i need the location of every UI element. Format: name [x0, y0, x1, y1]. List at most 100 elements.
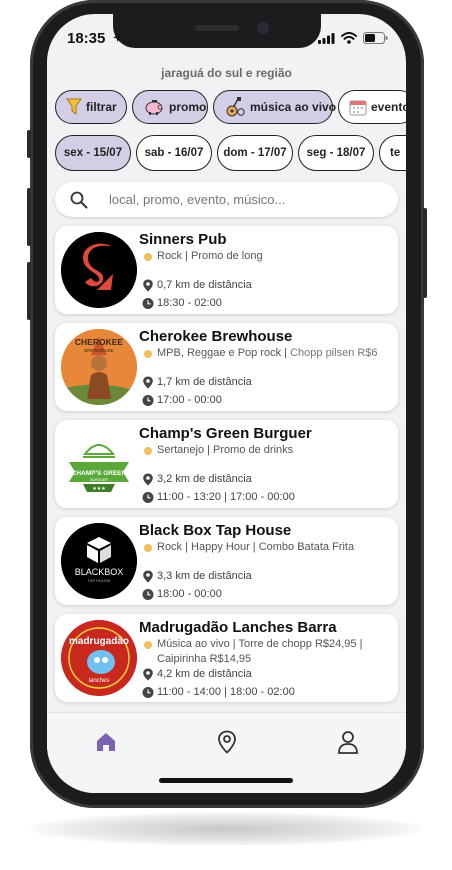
status-time: 18:35	[67, 30, 122, 47]
nav-profile-button[interactable]	[333, 727, 363, 757]
front-camera	[257, 22, 269, 34]
region-label: jaraguá do sul e região	[161, 66, 292, 80]
venue-name: Madrugadão Lanches Barra	[139, 619, 337, 636]
venue-hours: 18:30 - 02:00	[139, 296, 392, 311]
volume-up-button	[27, 188, 31, 246]
venue-logo-blackbox: BLACKBOX TAP HOUSE	[61, 523, 137, 599]
filter-chip-promo[interactable]: promo	[132, 90, 208, 124]
venue-hours: 11:00 - 13:20 | 17:00 - 00:00	[139, 490, 392, 505]
search-icon[interactable]	[61, 182, 97, 217]
venue-distance-text: 3,3 km de distância	[157, 570, 252, 582]
venue-distance-text: 4,2 km de distância	[157, 668, 252, 680]
venue-tags-text: Rock | Promo de long	[157, 250, 263, 262]
guitar-icon	[224, 96, 246, 118]
filter-chip-label: evento	[371, 100, 406, 114]
date-chip-sex[interactable]: sex - 15/07	[55, 135, 131, 171]
date-chip-seg[interactable]: seg - 18/07	[298, 135, 374, 171]
home-icon	[97, 733, 115, 751]
tag-dot-icon	[144, 641, 152, 649]
venue-name: Black Box Tap House	[139, 522, 292, 539]
venue-info: Champ's Green Burguer Sertanejo | Promo …	[139, 425, 392, 505]
venue-card[interactable]: Sinners Pub Rock | Promo de long 0,7 km …	[55, 226, 398, 314]
venue-info: Sinners Pub Rock | Promo de long 0,7 km …	[139, 231, 392, 311]
logo-text: BLACKBOX	[75, 567, 124, 577]
logo-stars-icon: ★★★	[92, 486, 106, 492]
phone-shadow	[30, 812, 422, 846]
calendar-icon	[349, 96, 367, 118]
venue-distance: 3,3 km de distância	[139, 569, 392, 584]
venue-card[interactable]: BLACKBOX TAP HOUSE Black Box Tap House R…	[55, 517, 398, 605]
logo-text: madrugadão	[69, 636, 129, 647]
filter-chip-label: promo	[169, 100, 207, 114]
venue-tags: Música ao vivo | Torre de chopp R$24,95 …	[139, 637, 392, 667]
search-input[interactable]	[107, 191, 371, 208]
venue-hours-text: 11:00 - 13:20 | 17:00 - 00:00	[157, 491, 295, 503]
clock-icon	[142, 687, 154, 698]
tag-dot-icon	[144, 253, 152, 261]
status-time-text: 18:35	[67, 30, 106, 47]
venue-list: Sinners Pub Rock | Promo de long 0,7 km …	[55, 226, 398, 711]
tag-dot-icon	[144, 544, 152, 552]
location-pin-icon	[143, 376, 153, 389]
clock-icon	[142, 492, 154, 503]
logo-subtext: lanches	[89, 678, 110, 684]
signal-icon	[318, 32, 335, 44]
venue-hours: 11:00 - 14:00 | 18:00 - 02:00	[139, 685, 392, 700]
logo-subtext: BREWHOUSE	[84, 348, 114, 353]
location-pin-icon	[143, 668, 153, 681]
date-chip-ter[interactable]: te	[379, 135, 406, 171]
venue-hours-text: 17:00 - 00:00	[157, 394, 222, 406]
filter-chip-evento[interactable]: evento	[338, 90, 406, 124]
venue-logo-madrugadao: madrugadão lanches	[61, 620, 137, 696]
venue-logo-champs: CHAMP'S GREEN BURGUER ★★★	[61, 426, 137, 502]
nav-map-button[interactable]	[212, 727, 242, 757]
venue-card[interactable]: CHEROKEE BREWHOUSE Cherokee Brewhouse MP…	[55, 323, 398, 411]
venue-hours-text: 18:00 - 00:00	[157, 588, 222, 600]
location-pin-icon	[143, 279, 153, 292]
home-indicator[interactable]	[159, 778, 293, 783]
filter-chip-musica[interactable]: música ao vivo	[213, 90, 337, 124]
date-chip-dom[interactable]: dom - 17/07	[217, 135, 293, 171]
venue-info: Black Box Tap House Rock | Happy Hour | …	[139, 522, 392, 602]
speaker	[195, 25, 239, 31]
filter-chip-filtrar[interactable]: filtrar	[55, 90, 127, 124]
venue-tags: MPB, Reggae e Pop rock | Chopp pilsen R$…	[139, 346, 392, 361]
location-pin-icon	[143, 570, 153, 583]
venue-distance: 4,2 km de distância	[139, 667, 392, 682]
clock-icon	[142, 589, 154, 600]
venue-card[interactable]: CHAMP'S GREEN BURGUER ★★★ Champ's Green …	[55, 420, 398, 508]
bottom-nav	[47, 712, 406, 793]
venue-tags-extra: Chopp pilsen R$6	[290, 347, 378, 359]
logo-text: CHEROKEE	[75, 337, 124, 347]
venue-distance-text: 0,7 km de distância	[157, 279, 252, 291]
filter-chip-row[interactable]: filtrar promo música ao vivo evento	[55, 90, 406, 124]
app-screen: 18:35 jaraguá do sul e região filtrar pr…	[47, 14, 406, 793]
venue-logo-cherokee: CHEROKEE BREWHOUSE	[61, 329, 137, 405]
mute-switch	[27, 130, 31, 158]
filter-chip-label: filtrar	[86, 100, 117, 114]
venue-logo-sinners	[61, 232, 137, 308]
search-bar[interactable]	[55, 182, 398, 217]
tag-dot-icon	[144, 350, 152, 358]
venue-hours-text: 11:00 - 14:00 | 18:00 - 02:00	[157, 686, 295, 698]
tag-dot-icon	[144, 447, 152, 455]
date-chip-row[interactable]: sex - 15/07 sab - 16/07 dom - 17/07 seg …	[55, 135, 406, 171]
logo-subtext: TAP HOUSE	[88, 578, 111, 583]
venue-card[interactable]: madrugadão lanches Madrugadão Lanches Ba…	[55, 614, 398, 702]
venue-distance: 1,7 km de distância	[139, 375, 392, 390]
funnel-icon	[66, 96, 82, 118]
piggy-bank-icon	[143, 96, 165, 118]
location-pin-icon	[143, 473, 153, 486]
venue-name: Cherokee Brewhouse	[139, 328, 293, 345]
venue-info: Cherokee Brewhouse MPB, Reggae e Pop roc…	[139, 328, 392, 408]
location-arrow-icon	[112, 34, 121, 42]
notch	[113, 14, 321, 48]
venue-tags: Rock | Promo de long	[139, 249, 392, 264]
date-chip-sab[interactable]: sab - 16/07	[136, 135, 212, 171]
venue-name: Sinners Pub	[139, 231, 227, 248]
venue-hours: 18:00 - 00:00	[139, 587, 392, 602]
venue-tags-text: Música ao vivo | Torre de chopp R$24,95 …	[157, 638, 363, 665]
nav-home-button[interactable]	[91, 727, 121, 757]
venue-tags-text: Rock | Happy Hour | Combo Batata Frita	[157, 541, 355, 553]
filter-chip-label: música ao vivo	[250, 100, 337, 114]
